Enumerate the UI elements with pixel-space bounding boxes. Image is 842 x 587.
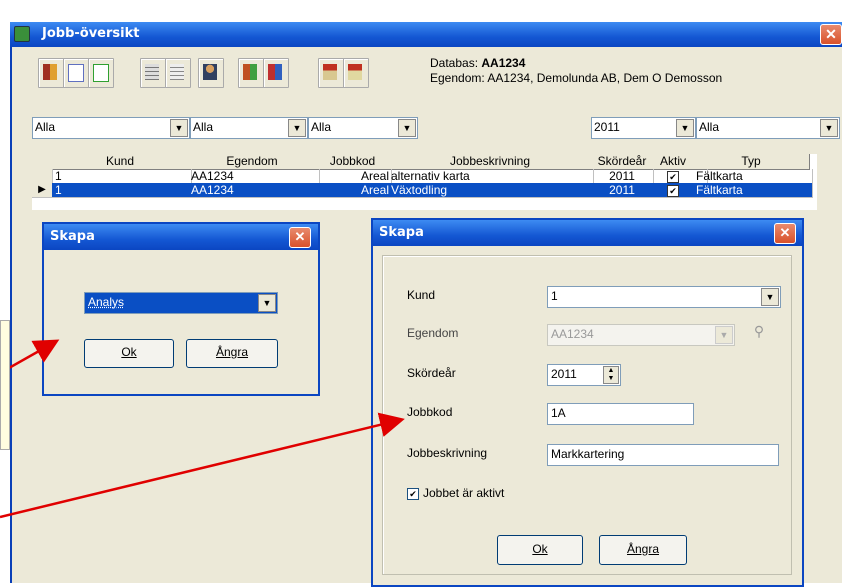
annotation-arrows [0, 339, 405, 519]
arrow-to-large-dialog [0, 412, 405, 519]
background-window-edge [0, 320, 10, 450]
